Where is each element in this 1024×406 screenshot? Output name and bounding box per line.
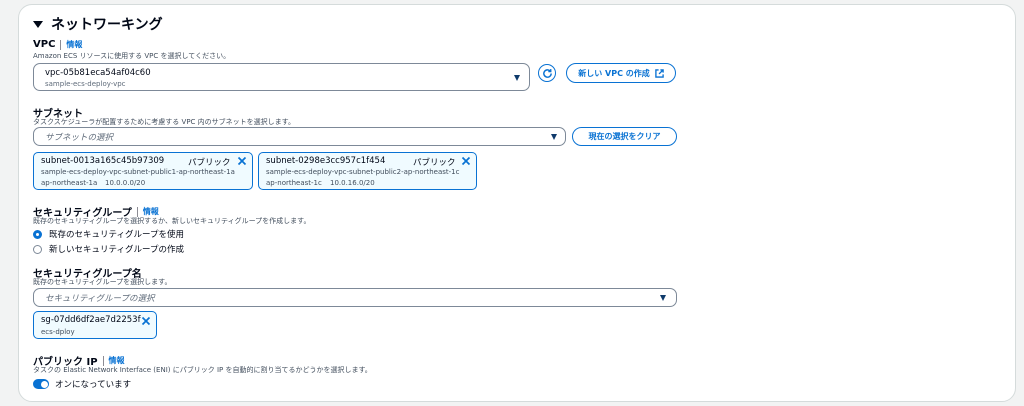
subnet-token-cidr: 10.0.0.0/20 xyxy=(105,179,146,187)
remove-security-group-button[interactable] xyxy=(141,316,151,326)
security-group-token-id: sg-07dd6df2ae7d2253f xyxy=(41,315,141,325)
public-ip-toggle[interactable] xyxy=(33,379,49,389)
vpc-selected-id: vpc-05b81eca54af04c60 xyxy=(45,68,151,78)
subnet-token-az: ap-northeast-1a xyxy=(41,179,98,187)
networking-panel: ネットワーキング VPC 情報 Amazon ECS リソースに使用する VPC… xyxy=(18,4,1016,402)
radio-new-label: 新しいセキュリティグループの作成 xyxy=(49,245,184,255)
radio-selected-icon xyxy=(33,229,42,239)
subnet-select[interactable]: サブネットの選択 xyxy=(33,127,566,146)
public-ip-toggle-row: オンになっています xyxy=(33,378,131,390)
refresh-icon xyxy=(542,68,552,78)
clear-selection-button[interactable]: 現在の選択をクリア xyxy=(572,127,677,146)
refresh-vpc-button[interactable] xyxy=(538,64,556,82)
create-vpc-label: 新しい VPC の作成 xyxy=(578,68,650,78)
security-group-select[interactable]: セキュリティグループの選択 xyxy=(33,288,677,307)
vpc-label-row: VPC 情報 xyxy=(33,39,82,50)
subnet-token: subnet-0298e3cc957c1f454 パブリック sample-ec… xyxy=(258,152,477,190)
subnet-token-name: sample-ecs-deploy-vpc-subnet-public1-ap-… xyxy=(41,168,235,176)
security-group-placeholder: セキュリティグループの選択 xyxy=(45,294,155,304)
security-group-description: 既存のセキュリティグループを選択するか、新しいセキュリティグループを作成します。 xyxy=(33,217,311,225)
public-ip-description: タスクの Elastic Network Interface (ENI) にパブ… xyxy=(33,366,372,374)
caret-down-icon xyxy=(551,134,557,140)
security-group-token: sg-07dd6df2ae7d2253f ecs-dploy xyxy=(33,311,157,339)
vpc-selected-name: sample-ecs-deploy-vpc xyxy=(45,80,126,88)
vpc-info-link[interactable]: 情報 xyxy=(66,39,82,50)
vpc-description: Amazon ECS リソースに使用する VPC を選択してください。 xyxy=(33,52,231,60)
subnet-token-id: subnet-0013a165c45b97309 xyxy=(41,156,165,166)
remove-subnet-2-button[interactable] xyxy=(461,156,471,166)
radio-new-security-group[interactable]: 新しいセキュリティグループの作成 xyxy=(33,243,184,255)
subnet-token-name: sample-ecs-deploy-vpc-subnet-public2-ap-… xyxy=(266,168,460,176)
clear-selection-label: 現在の選択をクリア xyxy=(588,132,661,141)
section-title: ネットワーキング xyxy=(51,17,163,33)
divider xyxy=(136,206,138,217)
radio-existing-label: 既存のセキュリティグループを使用 xyxy=(49,230,184,240)
divider xyxy=(102,355,104,366)
security-group-name-description: 既存のセキュリティグループを選択します。 xyxy=(33,278,172,286)
radio-unselected-icon xyxy=(33,244,42,254)
caret-down-icon xyxy=(660,295,666,301)
subnet-token-tag: パブリック xyxy=(188,158,231,168)
subnet-token-cidr: 10.0.16.0/20 xyxy=(330,179,375,187)
divider xyxy=(60,39,62,50)
create-vpc-button[interactable]: 新しい VPC の作成 xyxy=(566,63,676,83)
vpc-label: VPC xyxy=(33,39,56,50)
networking-section-toggle[interactable]: ネットワーキング xyxy=(33,14,163,34)
subnet-token-tag: パブリック xyxy=(413,158,456,168)
subnet-description: タスクスケジューラが配置するために考慮する VPC 内のサブネットを選択します。 xyxy=(33,118,295,126)
subnet-token: subnet-0013a165c45b97309 パブリック sample-ec… xyxy=(33,152,253,190)
subnet-token-az: ap-northeast-1c xyxy=(266,179,322,187)
subnet-placeholder: サブネットの選択 xyxy=(45,133,114,143)
vpc-select[interactable]: vpc-05b81eca54af04c60 sample-ecs-deploy-… xyxy=(33,63,530,91)
radio-existing-security-group[interactable]: 既存のセキュリティグループを使用 xyxy=(33,228,184,240)
caret-down-icon xyxy=(514,75,520,81)
external-link-icon xyxy=(654,68,664,78)
remove-subnet-1-button[interactable] xyxy=(237,156,247,166)
security-group-token-name: ecs-dploy xyxy=(41,328,75,336)
caret-down-icon xyxy=(33,20,43,28)
subnet-token-id: subnet-0298e3cc957c1f454 xyxy=(266,156,386,166)
public-ip-toggle-label: オンになっています xyxy=(55,380,132,390)
